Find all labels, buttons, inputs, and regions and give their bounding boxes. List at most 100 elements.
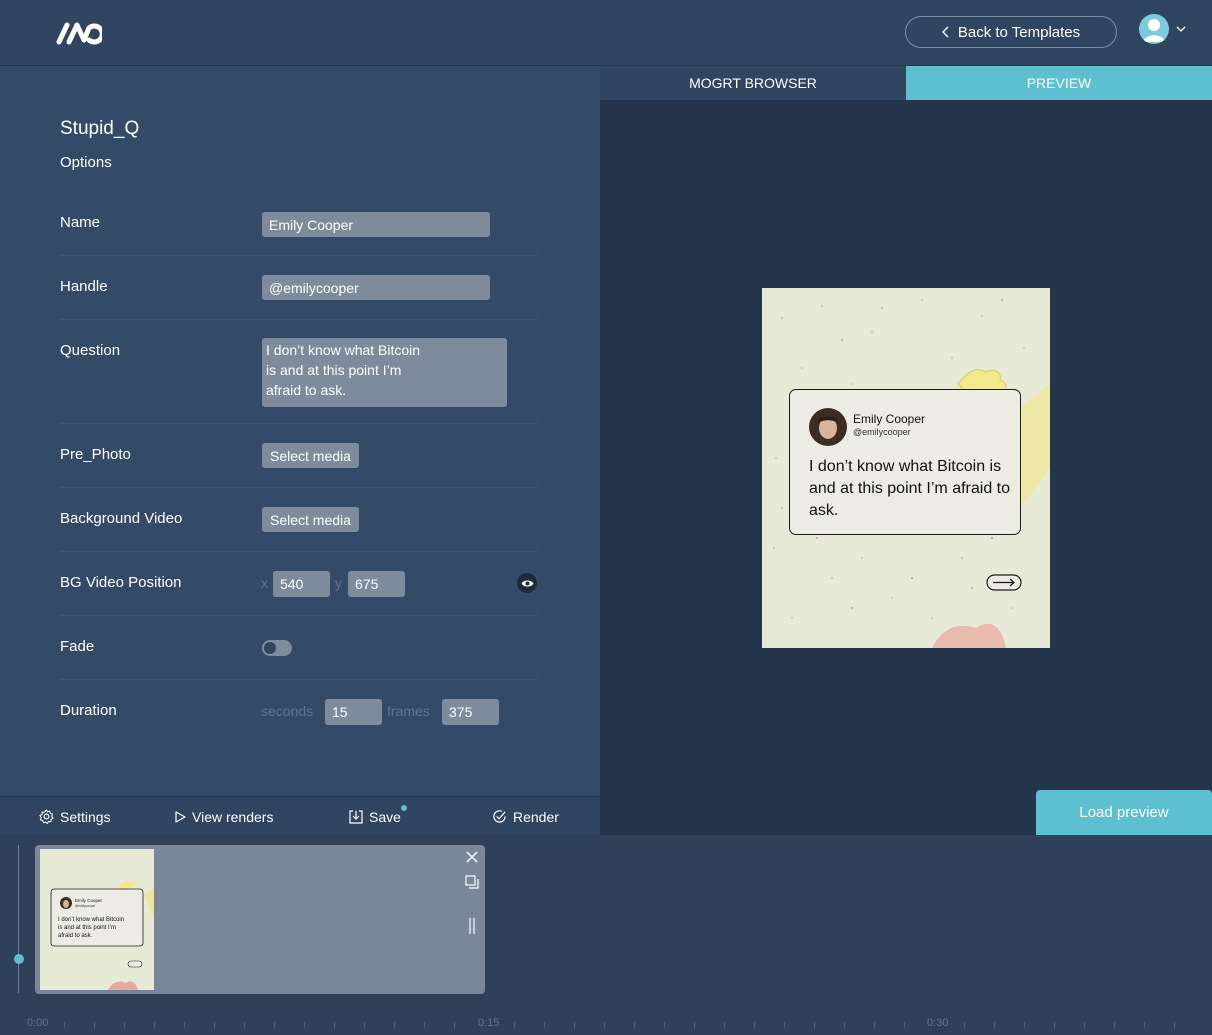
time-label-15: 0:15 <box>478 1017 500 1029</box>
action-toolbar: Settings View renders Save Render <box>0 796 600 835</box>
ruler-tick <box>964 1022 965 1028</box>
question-label: Question <box>60 342 121 359</box>
ruler-tick <box>1024 1022 1025 1028</box>
load-preview-button[interactable]: Load preview <box>1036 790 1212 835</box>
ruler-tick <box>754 1022 755 1028</box>
ruler-tick <box>1084 1022 1085 1028</box>
view-tabs: MOGRT BROWSER PREVIEW <box>600 66 1212 100</box>
ruler-tick <box>604 1022 605 1028</box>
ruler-tick <box>664 1022 665 1028</box>
tab-mogrt-browser[interactable]: MOGRT BROWSER <box>600 66 906 100</box>
tweet-card: Emily Cooper @emilycooper I don’t know w… <box>789 389 1021 535</box>
settings-button[interactable]: Settings <box>39 797 111 836</box>
tweet-author-handle: @emilycooper <box>853 427 911 437</box>
ruler-tick <box>544 1022 545 1028</box>
ruler-tick <box>874 1022 875 1028</box>
fade-toggle[interactable] <box>262 640 292 656</box>
settings-label: Settings <box>60 808 111 825</box>
back-to-templates-button[interactable]: Back to Templates <box>905 16 1117 48</box>
handle-label: Handle <box>60 278 108 295</box>
ruler-tick <box>994 1022 995 1028</box>
ruler-tick <box>724 1022 725 1028</box>
ruler-tick <box>904 1022 905 1028</box>
back-to-templates-label: Back to Templates <box>957 23 1081 41</box>
ruler-tick <box>1114 1022 1115 1028</box>
question-textarea[interactable]: I don’t know what Bitcoin is and at this… <box>262 338 507 407</box>
gear-icon <box>39 809 54 824</box>
duration-row: Duration seconds 15 frames 375 <box>60 680 538 744</box>
fade-label: Fade <box>60 638 95 655</box>
play-icon <box>175 810 186 823</box>
save-button[interactable]: Save <box>349 797 407 836</box>
unsaved-indicator-dot <box>401 805 407 811</box>
playhead-handle[interactable] <box>14 954 24 964</box>
duration-label: Duration <box>60 702 117 719</box>
clip-thumbnail: Emily Cooper @emilycooper I don’t know w… <box>40 849 154 990</box>
ruler-tick <box>454 1022 455 1028</box>
ruler-tick <box>334 1022 335 1028</box>
user-avatar[interactable] <box>1139 14 1169 44</box>
ruler-tick <box>1144 1022 1145 1028</box>
background-video-label: Background Video <box>60 510 183 527</box>
ruler-tick <box>424 1022 425 1028</box>
arrow-right-icon <box>986 574 1022 591</box>
ruler-tick <box>634 1022 635 1028</box>
tweet-author-name: Emily Cooper <box>853 412 926 426</box>
playhead-line <box>18 845 19 993</box>
bg-position-x-input[interactable]: 540 <box>273 571 330 597</box>
ruler-tick <box>844 1022 845 1028</box>
handle-input[interactable]: @emilycooper <box>262 275 490 300</box>
preview-position-toggle[interactable] <box>517 573 537 593</box>
svg-text:@emilycooper: @emilycooper <box>75 904 96 908</box>
render-button[interactable]: Render <box>492 797 559 836</box>
ruler-tick <box>1174 1022 1175 1028</box>
chevron-down-icon[interactable] <box>1176 24 1186 34</box>
question-row: Question I don’t know what Bitcoin is an… <box>60 320 538 424</box>
pre-photo-select-media-button[interactable]: Select media <box>262 443 359 468</box>
tweet-text: I don’t know what Bitcoin is and at this… <box>809 458 1010 519</box>
bg-position-y-input[interactable]: 675 <box>348 571 405 597</box>
ruler-tick <box>64 1022 65 1028</box>
bg-position-label: BG Video Position <box>60 574 182 591</box>
ruler-tick <box>1054 1022 1055 1028</box>
timeline-clip[interactable]: Emily Cooper @emilycooper I don’t know w… <box>35 845 485 994</box>
name-row: Name Emily Cooper <box>60 192 538 256</box>
ruler-tick <box>304 1022 305 1028</box>
svg-text:afraid to ask.: afraid to ask. <box>58 933 93 939</box>
x-axis-label: x <box>261 575 268 591</box>
svg-text:I don’t know what Bitcoin: I don’t know what Bitcoin <box>58 917 124 923</box>
tab-preview[interactable]: PREVIEW <box>906 66 1212 100</box>
ruler-tick <box>784 1022 785 1028</box>
time-label-30: 0:30 <box>927 1017 949 1029</box>
preview-frame: Emily Cooper @emilycooper I don’t know w… <box>762 288 1050 648</box>
ruler-tick <box>514 1022 515 1028</box>
y-axis-label: y <box>335 575 342 591</box>
ruler-tick <box>244 1022 245 1028</box>
duplicate-icon[interactable] <box>465 875 479 889</box>
render-label: Render <box>513 808 559 825</box>
ruler-tick <box>694 1022 695 1028</box>
svg-text:is and at this point I’m: is and at this point I’m <box>58 925 116 931</box>
ruler-tick <box>154 1022 155 1028</box>
view-renders-label: View renders <box>192 808 274 825</box>
fade-row: Fade <box>60 616 538 680</box>
view-renders-button[interactable]: View renders <box>175 797 273 836</box>
top-bar: Back to Templates <box>0 0 1212 66</box>
time-label-0: 0:00 <box>27 1017 49 1029</box>
ruler-tick <box>214 1022 215 1028</box>
bg-position-row: BG Video Position x 540 y 675 <box>60 552 538 616</box>
ruler-tick <box>394 1022 395 1028</box>
duration-seconds-input[interactable]: 15 <box>325 699 382 725</box>
seconds-label: seconds <box>261 703 314 719</box>
chevron-left-icon <box>941 26 949 38</box>
duration-frames-input[interactable]: 375 <box>442 699 499 725</box>
close-icon[interactable] <box>466 851 478 863</box>
resize-handle-icon[interactable] <box>469 918 475 934</box>
brand-logo[interactable] <box>56 20 102 46</box>
ruler-tick <box>274 1022 275 1028</box>
check-circle-icon <box>493 810 506 823</box>
name-input[interactable]: Emily Cooper <box>262 212 490 237</box>
template-title: Stupid_Q <box>60 118 140 139</box>
ruler-tick <box>124 1022 125 1028</box>
background-video-select-media-button[interactable]: Select media <box>262 507 359 532</box>
